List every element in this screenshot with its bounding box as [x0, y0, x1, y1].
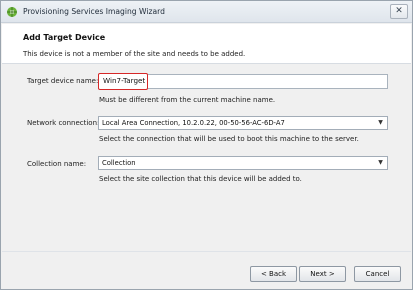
cancel-button[interactable]: Cancel — [354, 266, 401, 282]
chevron-down-icon[interactable]: ▼ — [376, 158, 385, 168]
device-name-help: Must be different from the current machi… — [99, 96, 276, 104]
chevron-down-icon[interactable]: ▼ — [376, 118, 385, 128]
window-title: Provisioning Services Imaging Wizard — [23, 7, 165, 16]
wizard-content: Target device name: Win7-Target Must be … — [2, 65, 411, 250]
device-name-label: Target device name: — [27, 77, 99, 85]
device-name-value[interactable]: Win7-Target — [98, 73, 148, 90]
network-connection-value: Local Area Connection, 10.2.0.22, 00-50-… — [102, 119, 285, 127]
page-subtitle: This device is not a member of the site … — [23, 50, 246, 58]
page-title: Add Target Device — [23, 33, 106, 42]
next-button[interactable]: Next > — [299, 266, 346, 282]
collection-name-value: Collection — [102, 159, 136, 167]
wizard-footer: < Back Next > Cancel — [2, 251, 411, 289]
close-button[interactable]: ✕ — [390, 4, 408, 19]
title-bar: Provisioning Services Imaging Wizard ✕ — [1, 1, 412, 23]
back-button[interactable]: < Back — [250, 266, 297, 282]
network-connection-help: Select the connection that will be used … — [99, 135, 359, 143]
network-connection-label: Network connection: — [27, 119, 100, 127]
app-icon — [7, 7, 17, 17]
close-icon[interactable]: ✕ — [395, 6, 403, 16]
wizard-window: Provisioning Services Imaging Wizard ✕ A… — [0, 0, 413, 290]
wizard-header: Add Target Device This device is not a m… — [2, 24, 411, 64]
collection-name-label: Collection name: — [27, 160, 87, 168]
collection-name-select[interactable]: Collection ▼ — [98, 156, 388, 170]
collection-name-help: Select the site collection that this dev… — [99, 175, 302, 183]
network-connection-select[interactable]: Local Area Connection, 10.2.0.22, 00-50-… — [98, 116, 388, 130]
